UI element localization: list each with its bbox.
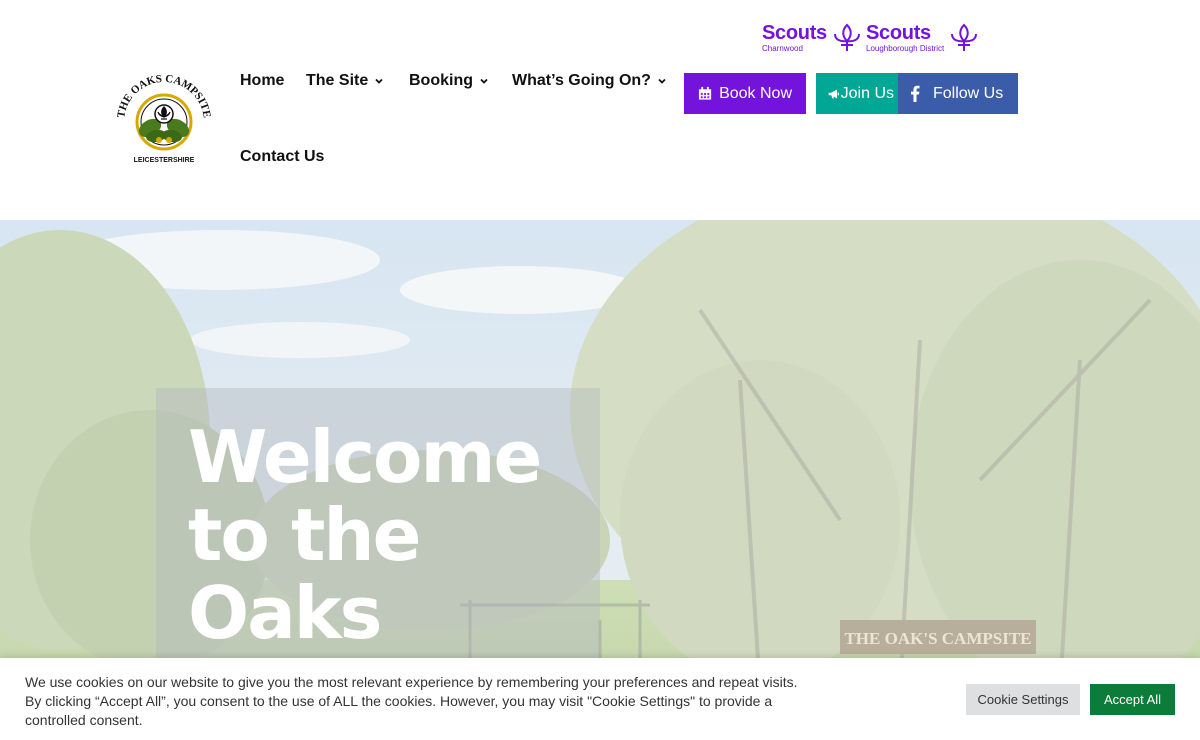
scouts-charnwood-logo[interactable]: Scouts Charnwood: [762, 22, 863, 64]
chevron-down-icon: [658, 78, 666, 84]
nav-item-booking[interactable]: Booking: [409, 72, 489, 90]
scouts-wordmark: Scouts: [866, 22, 931, 44]
fleur-de-lis-icon: [833, 23, 860, 51]
nav-item-label: Home: [240, 72, 285, 89]
cookie-consent-bar: We use cookies on our website to give yo…: [0, 658, 1200, 740]
scouts-district: Charnwood: [762, 44, 803, 53]
nav-item-contact-us[interactable]: Contact Us: [240, 148, 324, 166]
svg-text:LEICESTERSHIRE: LEICESTERSHIRE: [134, 157, 195, 164]
accept-all-button[interactable]: Accept All: [1090, 684, 1175, 715]
site-header: THE OAKS CAMPSITE LEICESTERSHIRE Home Th…: [0, 0, 1200, 220]
follow-us-label: Follow Us: [933, 84, 1004, 102]
book-now-button[interactable]: Book Now: [684, 73, 806, 114]
nav-item-label: Booking: [409, 72, 473, 89]
follow-us-button[interactable]: Follow Us: [898, 73, 1018, 114]
nav-item-label: Contact Us: [240, 148, 325, 165]
hero-title-line: Welcome: [188, 415, 542, 499]
oaks-campsite-logo-icon: THE OAKS CAMPSITE LEICESTERSHIRE: [115, 73, 213, 164]
scouts-district: Loughborough District: [866, 44, 945, 53]
nav-item-home[interactable]: Home: [240, 72, 284, 90]
scouts-wordmark: Scouts: [762, 22, 827, 44]
fleur-de-lis-icon: [951, 23, 978, 51]
chevron-down-icon: [375, 78, 383, 84]
join-us-label: Join Us: [840, 84, 894, 102]
nav-item-label: What’s Going On?: [512, 72, 651, 89]
nav-item-label: The Site: [306, 72, 369, 89]
join-us-button[interactable]: Join Us: [816, 73, 908, 114]
site-logo[interactable]: THE OAKS CAMPSITE LEICESTERSHIRE: [112, 70, 216, 170]
book-now-label: Book Now: [719, 84, 792, 102]
calendar-icon: [698, 86, 712, 100]
hero-title: Welcome to the Oaks: [188, 418, 588, 652]
nav-item-whats-going-on[interactable]: What’s Going On?: [512, 72, 667, 90]
cookie-settings-button[interactable]: Cookie Settings: [966, 684, 1080, 715]
hero-title-line: Oaks: [188, 571, 383, 655]
main-nav: Home The Site Booking What’s Going On? C…: [240, 72, 680, 182]
chevron-down-icon: [480, 78, 488, 84]
scouts-loughborough-logo[interactable]: Scouts Loughborough District: [866, 22, 980, 64]
nav-item-the-site[interactable]: The Site: [306, 72, 384, 90]
megaphone-icon: [828, 88, 839, 99]
facebook-icon: [911, 85, 920, 102]
hero-title-line: to the: [188, 493, 421, 577]
cookie-consent-text: We use cookies on our website to give yo…: [25, 674, 798, 728]
